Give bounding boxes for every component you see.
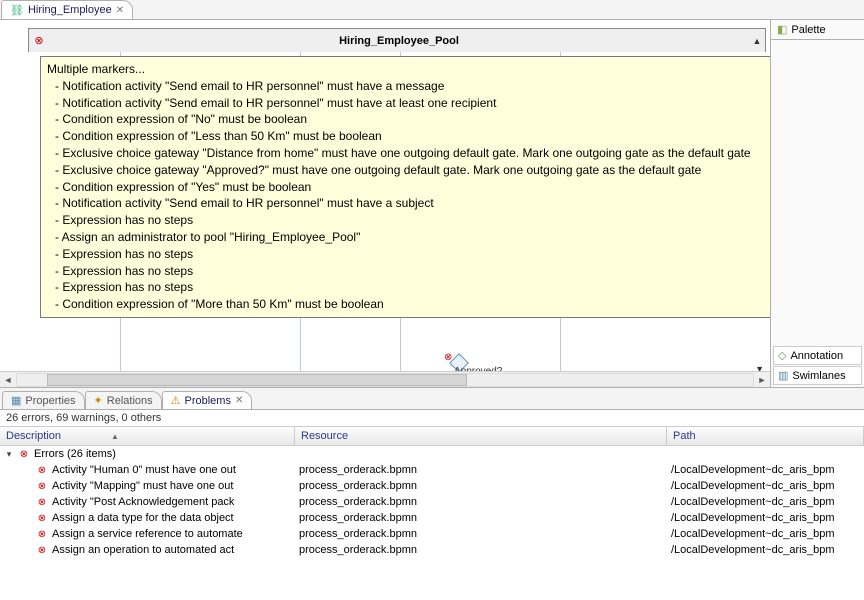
- scrollbar-thumb[interactable]: [47, 374, 467, 386]
- tooltip-line: - Expression has no steps: [47, 263, 770, 280]
- row-description: Assign an operation to automated act: [52, 544, 234, 556]
- row-resource: process_orderack.bpmn: [295, 528, 667, 540]
- group-label: Errors (26 items): [34, 448, 116, 460]
- palette-item-annotation[interactable]: ◇ Annotation: [773, 346, 862, 365]
- tab-relations[interactable]: ✦ Relations: [85, 391, 162, 409]
- problems-group-errors[interactable]: ▾ ⊗ Errors (26 items): [0, 446, 864, 462]
- palette-item-swimlanes[interactable]: ▥ Swimlanes: [773, 366, 862, 385]
- scrollbar-track[interactable]: [16, 373, 754, 387]
- validation-tooltip: Multiple markers... - Notification activ…: [40, 56, 770, 318]
- column-header-path[interactable]: Path: [667, 427, 864, 445]
- error-icon: ⊗: [18, 449, 30, 460]
- view-tabbar: ▦ Properties ✦ Relations ⚠ Problems ✕: [0, 388, 864, 410]
- tab-label: Properties: [25, 395, 75, 407]
- collapse-icon[interactable]: ▾: [4, 449, 14, 460]
- tooltip-line: - Condition expression of "More than 50 …: [47, 296, 770, 313]
- tab-problems[interactable]: ⚠ Problems ✕: [162, 391, 253, 409]
- error-icon: ⊗: [444, 352, 452, 363]
- tooltip-line: - Condition expression of "Yes" must be …: [47, 179, 770, 196]
- scroll-right-icon[interactable]: ►: [754, 375, 770, 385]
- row-path: /LocalDevelopment~dc_aris_bpm: [667, 480, 864, 492]
- table-row[interactable]: ⊗ Activity "Human 0" must have one out pro…: [0, 462, 864, 478]
- editor-area: ⊗ Hiring_Employee_Pool ▲ ⊗ Approved? ▼ M…: [0, 20, 864, 388]
- close-icon[interactable]: ✕: [116, 5, 124, 16]
- row-resource: process_orderack.bpmn: [295, 480, 667, 492]
- error-icon: ⊗: [36, 513, 48, 524]
- error-icon: ⊗: [36, 545, 48, 556]
- column-label: Description: [6, 430, 61, 442]
- error-icon: ⊗: [36, 497, 48, 508]
- row-resource: process_orderack.bpmn: [295, 496, 667, 508]
- tooltip-line: - Notification activity "Send email to H…: [47, 78, 770, 95]
- palette-item-label: Swimlanes: [792, 370, 845, 382]
- process-canvas[interactable]: ⊗ Hiring_Employee_Pool ▲ ⊗ Approved? ▼ M…: [0, 20, 770, 387]
- tooltip-line: - Notification activity "Send email to H…: [47, 195, 770, 212]
- editor-tabbar: ⛓ Hiring_Employee ✕: [0, 0, 864, 20]
- editor-tab-label: Hiring_Employee: [28, 4, 112, 16]
- table-row[interactable]: ⊗ Activity "Mapping" must have one out pro…: [0, 478, 864, 494]
- tooltip-line: - Expression has no steps: [47, 212, 770, 229]
- row-path: /LocalDevelopment~dc_aris_bpm: [667, 544, 864, 556]
- tab-label: Problems: [185, 395, 231, 407]
- properties-icon: ▦: [11, 394, 21, 407]
- palette-icon: ◧: [777, 23, 787, 36]
- bottom-panel: ▦ Properties ✦ Relations ⚠ Problems ✕ 26…: [0, 388, 864, 584]
- tooltip-line: - Condition expression of "Less than 50 …: [47, 128, 770, 145]
- column-header-description[interactable]: Description ▲: [0, 427, 295, 445]
- tooltip-line: - Exclusive choice gateway "Approved?" m…: [47, 162, 770, 179]
- sort-asc-icon: ▲: [111, 432, 119, 441]
- process-icon: ⛓: [10, 4, 24, 17]
- scroll-left-icon[interactable]: ◄: [0, 375, 16, 385]
- tooltip-line: - Expression has no steps: [47, 279, 770, 296]
- row-path: /LocalDevelopment~dc_aris_bpm: [667, 512, 864, 524]
- tooltip-header: Multiple markers...: [47, 61, 770, 78]
- palette-header[interactable]: ◧ Palette: [771, 20, 864, 40]
- relations-icon: ✦: [94, 394, 103, 407]
- table-row[interactable]: ⊗ Activity "Post Acknowledgement pack proc…: [0, 494, 864, 510]
- row-description: Activity "Post Acknowledgement pack: [52, 496, 234, 508]
- table-row[interactable]: ⊗ Assign an operation to automated act pro…: [0, 542, 864, 558]
- tab-label: Relations: [107, 395, 153, 407]
- row-description: Assign a service reference to automate: [52, 528, 243, 540]
- pool-title: Hiring_Employee_Pool: [49, 35, 749, 47]
- row-path: /LocalDevelopment~dc_aris_bpm: [667, 496, 864, 508]
- problems-icon: ⚠: [171, 394, 181, 407]
- tooltip-line: - Assign an administrator to pool "Hirin…: [47, 229, 770, 246]
- canvas-hscrollbar[interactable]: ◄ ►: [0, 371, 770, 387]
- row-resource: process_orderack.bpmn: [295, 512, 667, 524]
- problems-rows: ▾ ⊗ Errors (26 items) ⊗ Activity "Human 0…: [0, 446, 864, 584]
- palette-body: ◇ Annotation ▥ Swimlanes: [771, 40, 864, 387]
- row-path: /LocalDevelopment~dc_aris_bpm: [667, 528, 864, 540]
- row-resource: process_orderack.bpmn: [295, 464, 667, 476]
- tab-properties[interactable]: ▦ Properties: [2, 391, 85, 409]
- close-icon[interactable]: ✕: [235, 395, 243, 406]
- table-row[interactable]: ⊗ Assign a data type for the data object p…: [0, 510, 864, 526]
- row-description: Activity "Mapping" must have one out: [52, 480, 233, 492]
- tooltip-line: - Expression has no steps: [47, 246, 770, 263]
- error-icon: ⊗: [36, 529, 48, 540]
- palette-panel: ◧ Palette ◇ Annotation ▥ Swimlanes: [770, 20, 864, 387]
- column-header-resource[interactable]: Resource: [295, 427, 667, 445]
- row-description: Activity "Human 0" must have one out: [52, 464, 236, 476]
- editor-tab-hiring-employee[interactable]: ⛓ Hiring_Employee ✕: [1, 0, 133, 19]
- problems-summary: 26 errors, 69 warnings, 0 others: [0, 410, 864, 426]
- row-description: Assign a data type for the data object: [52, 512, 234, 524]
- palette-item-label: Annotation: [790, 350, 843, 362]
- palette-title: Palette: [791, 24, 825, 36]
- pool-header[interactable]: ⊗ Hiring_Employee_Pool ▲: [28, 28, 766, 52]
- chevron-up-icon[interactable]: ▲: [749, 36, 765, 46]
- table-row[interactable]: ⊗ Assign a service reference to automate p…: [0, 526, 864, 542]
- row-resource: process_orderack.bpmn: [295, 544, 667, 556]
- tooltip-line: - Exclusive choice gateway "Distance fro…: [47, 145, 770, 162]
- problems-table-header: Description ▲ Resource Path: [0, 426, 864, 446]
- error-icon: ⊗: [36, 481, 48, 492]
- row-path: /LocalDevelopment~dc_aris_bpm: [667, 464, 864, 476]
- annotation-icon: ◇: [778, 349, 786, 362]
- tooltip-line: - Notification activity "Send email to H…: [47, 95, 770, 112]
- error-icon: ⊗: [36, 465, 48, 476]
- error-icon: ⊗: [29, 34, 49, 47]
- swimlanes-icon: ▥: [778, 369, 788, 382]
- tooltip-line: - Condition expression of "No" must be b…: [47, 111, 770, 128]
